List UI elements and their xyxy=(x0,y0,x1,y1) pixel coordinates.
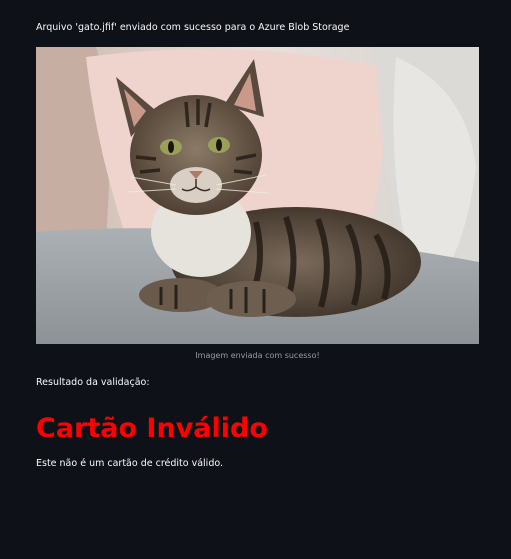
validation-result-title: Cartão Inválido xyxy=(36,413,268,444)
app-container: Arquivo 'gato.jfif' enviado com sucesso … xyxy=(0,0,511,559)
cat-photo xyxy=(36,47,479,344)
validation-result-label: Resultado da validação: xyxy=(36,377,150,388)
uploaded-image xyxy=(36,47,479,344)
validation-result-message: Este não é um cartão de crédito válido. xyxy=(36,458,224,469)
upload-success-message: Arquivo 'gato.jfif' enviado com sucesso … xyxy=(36,22,350,33)
image-caption: Imagem enviada com sucesso! xyxy=(195,351,320,360)
